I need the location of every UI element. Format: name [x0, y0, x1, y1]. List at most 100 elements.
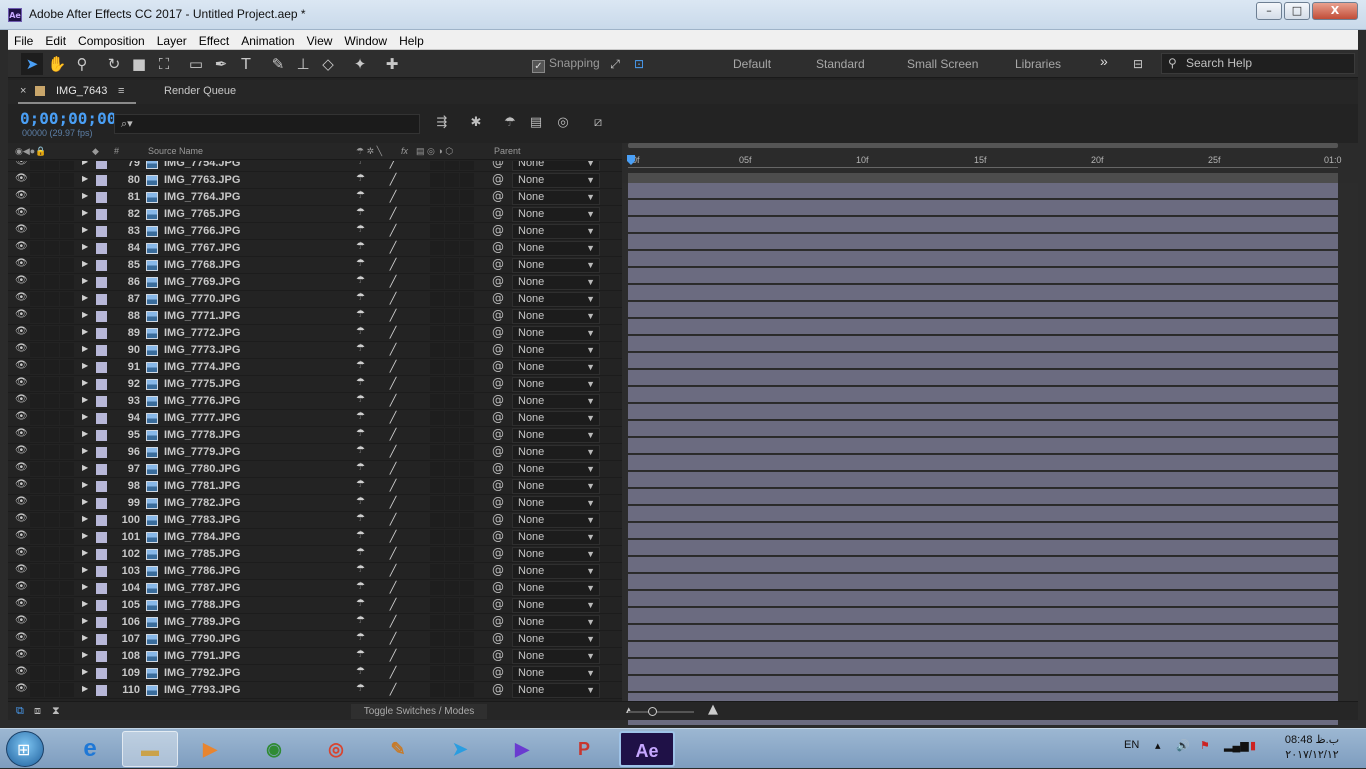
- workspace-default[interactable]: Default: [733, 57, 771, 71]
- expand-triangle-icon[interactable]: ▶: [82, 616, 88, 625]
- layer-duration-bar[interactable]: [628, 404, 1338, 420]
- parent-dropdown[interactable]: None ▼: [512, 292, 600, 307]
- lock-switch[interactable]: [60, 275, 74, 289]
- picsart-taskbar-icon[interactable]: P: [556, 731, 612, 767]
- layer-row[interactable]: 👁 ▶ 89 IMG_7772.JPG ☂ ╱ @ None ▼: [8, 325, 622, 342]
- audio-switch[interactable]: [30, 666, 44, 680]
- quality-switch-icon[interactable]: ╱: [386, 258, 400, 272]
- audio-switch[interactable]: [30, 496, 44, 510]
- audio-switch[interactable]: [30, 632, 44, 646]
- current-time-display[interactable]: 0;00;00;00: [20, 109, 116, 128]
- layer-row[interactable]: 👁 ▶ 80 IMG_7763.JPG ☂ ╱ @ None ▼: [8, 172, 622, 189]
- visibility-eye-icon[interactable]: 👁: [15, 258, 28, 269]
- 3d-switch[interactable]: [445, 666, 459, 680]
- expand-triangle-icon[interactable]: ▶: [82, 395, 88, 404]
- minimize-button[interactable]: –: [1256, 2, 1282, 20]
- audio-switch[interactable]: [30, 547, 44, 561]
- pen-tool-icon[interactable]: ✒: [210, 53, 232, 75]
- adjustment-switch[interactable]: [430, 666, 444, 680]
- zoom-slider-knob[interactable]: [648, 707, 657, 716]
- paint-taskbar-icon[interactable]: ✎: [370, 731, 426, 767]
- adjustment-switch[interactable]: [430, 530, 444, 544]
- parent-dropdown[interactable]: None ▼: [512, 564, 600, 579]
- adjustment-switch[interactable]: [430, 547, 444, 561]
- adjustment-switch[interactable]: [430, 275, 444, 289]
- shy-switch-icon[interactable]: ☂: [356, 479, 365, 490]
- adjustment-switch[interactable]: [430, 445, 444, 459]
- shy-switch-icon[interactable]: ☂: [356, 649, 365, 660]
- parent-dropdown[interactable]: None ▼: [512, 513, 600, 528]
- hide-shy-layers-icon[interactable]: ☂: [500, 115, 520, 133]
- timeline-zoom-slider[interactable]: [628, 711, 694, 713]
- label-color-swatch[interactable]: [96, 396, 107, 407]
- parent-dropdown[interactable]: None ▼: [512, 309, 600, 324]
- layer-row[interactable]: 👁 ▶ 86 IMG_7769.JPG ☂ ╱ @ None ▼: [8, 274, 622, 291]
- motion-blur-switch[interactable]: [460, 207, 474, 221]
- adjustment-switch[interactable]: [430, 343, 444, 357]
- solo-switch[interactable]: [45, 309, 59, 323]
- layer-source-name[interactable]: IMG_7764.JPG: [164, 191, 240, 203]
- shy-switch-icon[interactable]: ☂: [356, 377, 365, 388]
- solo-switch[interactable]: [45, 479, 59, 493]
- parent-dropdown[interactable]: None ▼: [512, 462, 600, 477]
- visibility-eye-icon[interactable]: 👁: [15, 462, 28, 473]
- visibility-eye-icon[interactable]: 👁: [15, 530, 28, 541]
- expand-triangle-icon[interactable]: ▶: [82, 650, 88, 659]
- expand-triangle-icon[interactable]: ▶: [82, 633, 88, 642]
- expand-triangle-icon[interactable]: ▶: [82, 344, 88, 353]
- parent-dropdown[interactable]: None ▼: [512, 598, 600, 613]
- audio-switch[interactable]: [30, 479, 44, 493]
- label-color-swatch[interactable]: [96, 277, 107, 288]
- motion-blur-switch[interactable]: [460, 547, 474, 561]
- label-color-swatch[interactable]: [96, 161, 107, 169]
- motion-blur-switch[interactable]: [460, 360, 474, 374]
- layer-duration-bar[interactable]: [628, 472, 1338, 488]
- parent-pickwhip-icon[interactable]: @: [492, 648, 504, 662]
- parent-pickwhip-icon[interactable]: @: [492, 172, 504, 186]
- layer-row[interactable]: 👁 ▶ 107 IMG_7790.JPG ☂ ╱ @ None ▼: [8, 631, 622, 648]
- layer-duration-bar[interactable]: [628, 676, 1338, 692]
- time-stretch-icon[interactable]: ⧗: [52, 704, 60, 718]
- layer-duration-bar[interactable]: [628, 540, 1338, 556]
- audio-switch[interactable]: [30, 377, 44, 391]
- puppet-pin-tool-icon[interactable]: ✚: [381, 53, 403, 75]
- adjustment-switch[interactable]: [430, 377, 444, 391]
- lock-switch[interactable]: [60, 666, 74, 680]
- motion-blur-switch[interactable]: [460, 258, 474, 272]
- label-color-swatch[interactable]: [96, 379, 107, 390]
- expand-triangle-icon[interactable]: ▶: [82, 293, 88, 302]
- 3d-switch[interactable]: [445, 632, 459, 646]
- system-clock[interactable]: 08:48 ب.ظ ۲۰۱۷/۱۲/۱۲: [1280, 733, 1344, 763]
- lock-switch[interactable]: [60, 445, 74, 459]
- more-workspaces-icon[interactable]: »: [1100, 53, 1108, 69]
- parent-dropdown[interactable]: None ▼: [512, 581, 600, 596]
- motion-blur-switch[interactable]: [460, 224, 474, 238]
- 3d-switch[interactable]: [445, 161, 459, 170]
- label-color-swatch[interactable]: [96, 243, 107, 254]
- solo-switch[interactable]: [45, 258, 59, 272]
- power-icon[interactable]: ▮: [1250, 739, 1256, 752]
- quality-switch-icon[interactable]: ╱: [386, 224, 400, 238]
- layer-row[interactable]: 👁 ▶ 102 IMG_7785.JPG ☂ ╱ @ None ▼: [8, 546, 622, 563]
- 3d-switch[interactable]: [445, 377, 459, 391]
- adjustment-switch[interactable]: [430, 598, 444, 612]
- show-hidden-icons-icon[interactable]: ▴: [1155, 739, 1161, 752]
- frame-blending-icon[interactable]: ▤: [526, 115, 546, 133]
- shy-switch-icon[interactable]: ☂: [356, 360, 365, 371]
- expand-triangle-icon[interactable]: ▶: [82, 361, 88, 370]
- parent-pickwhip-icon[interactable]: @: [492, 563, 504, 577]
- motion-blur-switch[interactable]: [460, 411, 474, 425]
- visibility-eye-icon[interactable]: 👁: [15, 190, 28, 201]
- layer-row[interactable]: 👁 ▶ 79 IMG_7754.JPG ☂ ╱ @ None ▼: [8, 161, 622, 172]
- adjustment-switch[interactable]: [430, 161, 444, 170]
- brush-tool-icon[interactable]: ✎: [267, 53, 289, 75]
- label-color-swatch[interactable]: [96, 498, 107, 509]
- visibility-eye-icon[interactable]: 👁: [15, 496, 28, 507]
- expand-triangle-icon[interactable]: ▶: [82, 225, 88, 234]
- layer-duration-bar[interactable]: [628, 455, 1338, 471]
- parent-pickwhip-icon[interactable]: @: [492, 308, 504, 322]
- layer-source-name[interactable]: IMG_7789.JPG: [164, 616, 240, 628]
- visibility-eye-icon[interactable]: 👁: [15, 377, 28, 388]
- parent-dropdown[interactable]: None ▼: [512, 479, 600, 494]
- layer-row[interactable]: 👁 ▶ 92 IMG_7775.JPG ☂ ╱ @ None ▼: [8, 376, 622, 393]
